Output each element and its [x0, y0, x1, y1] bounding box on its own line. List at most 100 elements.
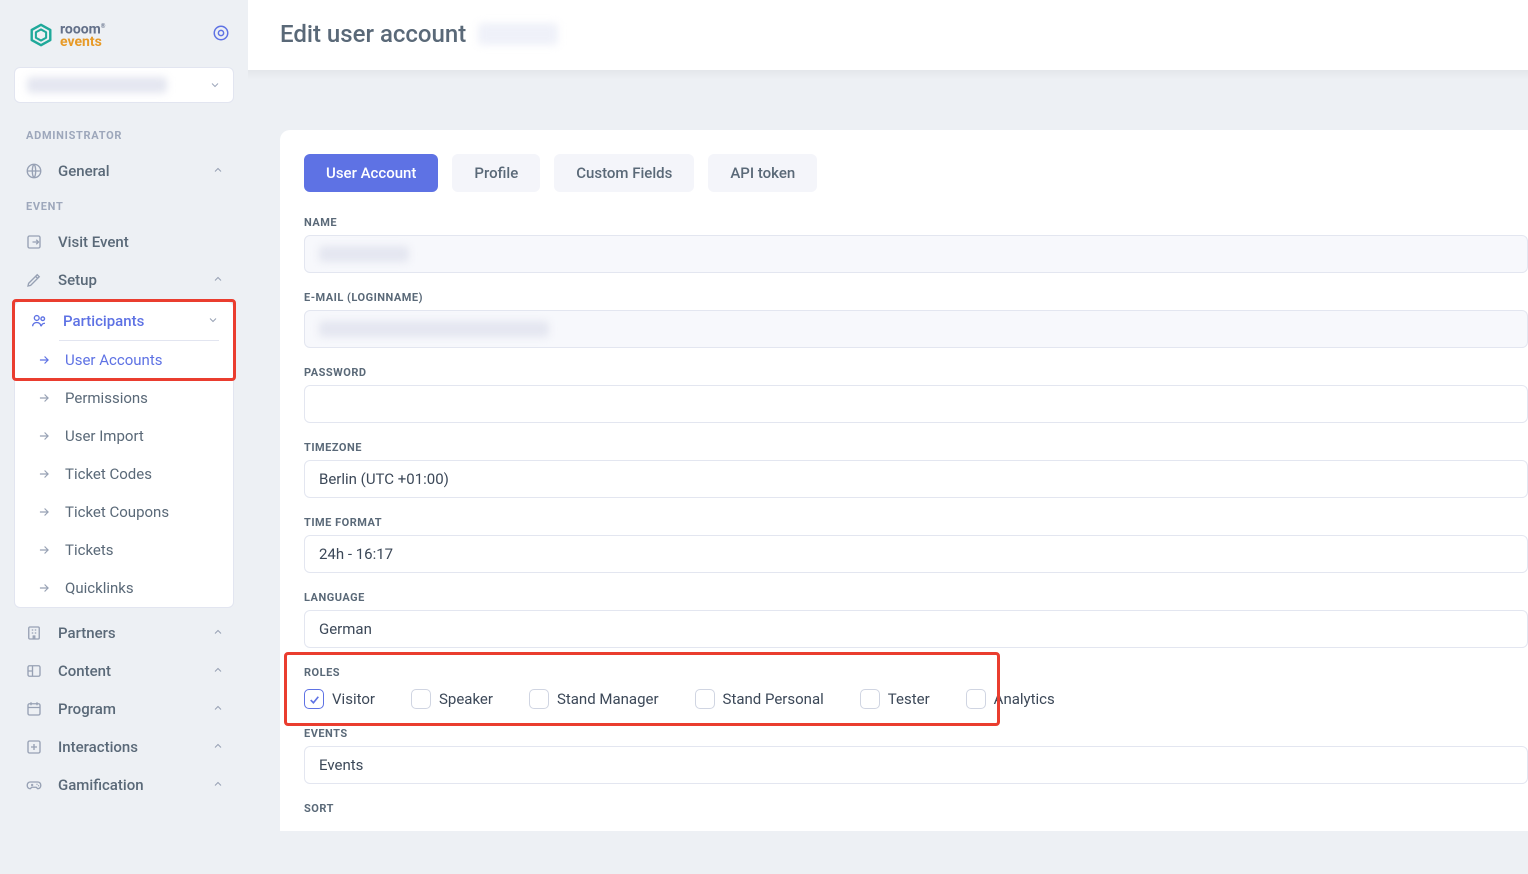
time-format-select[interactable]: 24h - 16:17	[304, 535, 1528, 573]
section-administrator: ADMINISTRATOR	[0, 119, 248, 152]
checkbox-label: Stand Manager	[557, 690, 659, 708]
chevron-up-icon	[212, 162, 224, 180]
sidebar-sub-user-accounts[interactable]: User Accounts	[15, 341, 233, 379]
checkbox-stand-personal[interactable]: Stand Personal	[695, 689, 824, 709]
sidebar-sub-user-import[interactable]: User Import	[15, 417, 233, 455]
checkbox-box	[860, 689, 880, 709]
sidebar-item-partners[interactable]: Partners	[0, 614, 248, 652]
timezone-value: Berlin (UTC +01:00)	[319, 470, 449, 488]
tab-api-token[interactable]: API token	[708, 154, 817, 192]
sidebar: rooom® events ADMINISTRATOR General	[0, 0, 248, 874]
sidebar-sub-tickets[interactable]: Tickets	[15, 531, 233, 569]
language-value: German	[319, 620, 372, 638]
arrow-right-icon	[37, 543, 51, 557]
checkbox-box	[411, 689, 431, 709]
sidebar-item-interactions[interactable]: Interactions	[0, 728, 248, 766]
time-format-value: 24h - 16:17	[319, 545, 393, 563]
calendar-icon	[24, 700, 44, 718]
label-events: Events	[304, 727, 1528, 740]
checkbox-label: Visitor	[332, 690, 375, 708]
tab-custom-fields[interactable]: Custom Fields	[554, 154, 694, 192]
label-timezone: Timezone	[304, 441, 1528, 454]
sidebar-item-label: General	[58, 162, 110, 180]
chevron-down-icon	[209, 79, 221, 91]
chevron-up-icon	[212, 271, 224, 289]
content-wrap: User Account Profile Custom Fields API t…	[248, 80, 1528, 831]
arrow-right-icon	[37, 467, 51, 481]
label-time-format: Time Format	[304, 516, 1528, 529]
checkbox-analytics[interactable]: Analytics	[966, 689, 1055, 709]
gear-icon[interactable]	[212, 24, 230, 46]
exit-icon	[24, 233, 44, 251]
events-select[interactable]: Events	[304, 746, 1528, 784]
plus-box-icon	[24, 738, 44, 756]
sidebar-item-label: Interactions	[58, 738, 138, 756]
sidebar-item-label: Participants	[63, 312, 144, 330]
sidebar-sub-ticket-coupons[interactable]: Ticket Coupons	[15, 493, 233, 531]
tab-profile[interactable]: Profile	[452, 154, 540, 192]
checkbox-tester[interactable]: Tester	[860, 689, 930, 709]
sidebar-item-label: Visit Event	[58, 233, 129, 251]
password-field[interactable]	[304, 385, 1528, 423]
checkbox-box	[529, 689, 549, 709]
sidebar-item-label: Program	[58, 700, 116, 718]
chevron-up-icon	[212, 624, 224, 642]
sidebar-sub-label: User Accounts	[65, 351, 162, 369]
checkbox-box	[695, 689, 715, 709]
chevron-up-icon	[212, 662, 224, 680]
label-name: Name	[304, 216, 1528, 229]
sidebar-sub-label: Tickets	[65, 541, 114, 559]
sidebar-item-general[interactable]: General	[0, 152, 248, 190]
sidebar-item-visit-event[interactable]: Visit Event	[0, 223, 248, 261]
gamepad-icon	[24, 776, 44, 794]
sidebar-item-label: Partners	[58, 624, 116, 642]
sidebar-item-participants[interactable]: Participants	[15, 302, 233, 340]
email-field[interactable]	[304, 310, 1528, 348]
events-value: Events	[319, 756, 363, 774]
pencil-icon	[24, 271, 44, 289]
checkbox-label: Speaker	[439, 690, 493, 708]
sidebar-item-setup[interactable]: Setup	[0, 261, 248, 299]
sidebar-participants-box: Participants User Accounts Permissions U…	[14, 301, 234, 608]
sidebar-sub-permissions[interactable]: Permissions	[15, 379, 233, 417]
page-title: Edit user account	[280, 20, 466, 48]
tabs: User Account Profile Custom Fields API t…	[304, 154, 1528, 192]
tab-user-account[interactable]: User Account	[304, 154, 438, 192]
sidebar-sub-label: Permissions	[65, 389, 148, 407]
label-sort: Sort	[304, 802, 1528, 815]
label-password: Password	[304, 366, 1528, 379]
sidebar-item-gamification[interactable]: Gamification	[0, 766, 248, 804]
sidebar-sub-ticket-codes[interactable]: Ticket Codes	[15, 455, 233, 493]
chevron-up-icon	[212, 738, 224, 756]
sidebar-item-label: Setup	[58, 271, 97, 289]
arrow-right-icon	[37, 429, 51, 443]
checkbox-box	[304, 689, 324, 709]
sidebar-item-program[interactable]: Program	[0, 690, 248, 728]
checkbox-label: Stand Personal	[723, 690, 824, 708]
logo-hexagon-icon	[28, 22, 54, 48]
users-icon	[29, 312, 49, 330]
chevron-down-icon	[207, 312, 219, 330]
checkbox-speaker[interactable]: Speaker	[411, 689, 493, 709]
roles-row: Visitor Speaker Stand Manager Stand	[304, 685, 1528, 709]
sidebar-sub-label: Ticket Codes	[65, 465, 152, 483]
logo: rooom® events	[28, 20, 105, 49]
checkbox-box	[966, 689, 986, 709]
label-language: Language	[304, 591, 1528, 604]
page-header: Edit user account	[248, 0, 1528, 70]
name-field[interactable]	[304, 235, 1528, 273]
sidebar-item-content[interactable]: Content	[0, 652, 248, 690]
sidebar-item-label: Content	[58, 662, 111, 680]
timezone-select[interactable]: Berlin (UTC +01:00)	[304, 460, 1528, 498]
checkbox-visitor[interactable]: Visitor	[304, 689, 375, 709]
language-select[interactable]: German	[304, 610, 1528, 648]
event-selector[interactable]	[14, 67, 234, 103]
sidebar-sub-quicklinks[interactable]: Quicklinks	[15, 569, 233, 607]
chevron-up-icon	[212, 776, 224, 794]
checkbox-label: Analytics	[994, 690, 1055, 708]
page-subtitle-redacted	[478, 23, 558, 45]
section-event: EVENT	[0, 190, 248, 223]
arrow-right-icon	[37, 581, 51, 595]
checkbox-stand-manager[interactable]: Stand Manager	[529, 689, 659, 709]
chevron-up-icon	[212, 700, 224, 718]
